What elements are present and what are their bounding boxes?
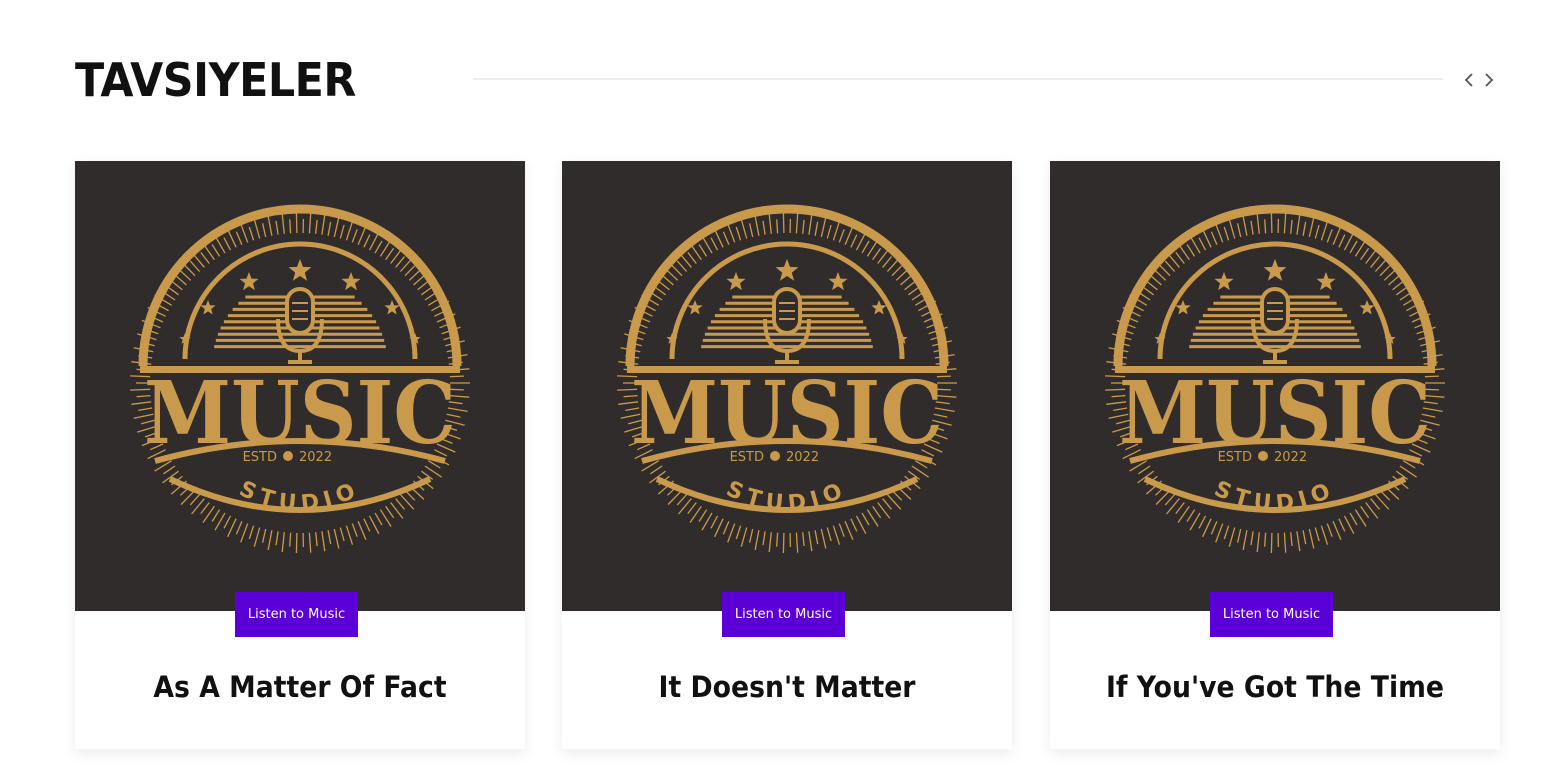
carousel-next-button[interactable] (1480, 68, 1498, 92)
music-studio-logo: MUSICESTD 2022STUDIO (75, 161, 525, 611)
card-cover-image[interactable]: MUSIC ESTD 2022 STUDIO (1050, 161, 1500, 611)
section-header: TAVSIYELER (75, 48, 1500, 112)
svg-text:MUSIC: MUSIC (144, 363, 456, 464)
listen-to-music-button[interactable]: Listen to Music (235, 592, 358, 637)
music-studio-logo: MUSICESTD 2022STUDIO (1050, 161, 1500, 611)
card-title[interactable]: It Doesn't Matter (580, 669, 994, 705)
carousel-nav (1460, 68, 1500, 92)
svg-text:ESTD: ESTD (1218, 450, 1252, 465)
card-cover-image[interactable]: MUSIC ESTD 2022 STUDIO (562, 161, 1012, 611)
svg-text:2022: 2022 (786, 450, 819, 465)
svg-text:2022: 2022 (299, 450, 332, 465)
svg-text:MUSIC: MUSIC (631, 363, 943, 464)
card-cover-image[interactable]: MUSIC ESTD 2022 STUDIO (75, 161, 525, 611)
section-title: TAVSIYELER (75, 53, 356, 107)
svg-text:ESTD: ESTD (730, 450, 764, 465)
chevron-left-icon (1464, 73, 1473, 87)
card-title[interactable]: As A Matter Of Fact (93, 669, 507, 705)
chevron-right-icon (1485, 73, 1494, 87)
carousel-prev-button[interactable] (1460, 68, 1478, 92)
header-divider (473, 78, 1443, 80)
listen-to-music-button[interactable]: Listen to Music (722, 592, 845, 637)
music-card[interactable]: MUSIC ESTD 2022 STUDIO Listen to Music If Y… (1050, 161, 1500, 749)
svg-text:MUSIC: MUSIC (1119, 363, 1431, 464)
music-studio-logo: MUSICESTD 2022STUDIO (562, 161, 1012, 611)
card-title[interactable]: If You've Got The Time (1068, 669, 1482, 705)
music-card[interactable]: MUSIC ESTD 2022 STUDIO Listen to Music It D… (562, 161, 1012, 749)
listen-to-music-button[interactable]: Listen to Music (1210, 592, 1333, 637)
svg-text:ESTD: ESTD (243, 450, 277, 465)
music-card[interactable]: MUSIC ESTD 2022 STUDIO Listen to Music As A… (75, 161, 525, 749)
svg-text:2022: 2022 (1274, 450, 1307, 465)
